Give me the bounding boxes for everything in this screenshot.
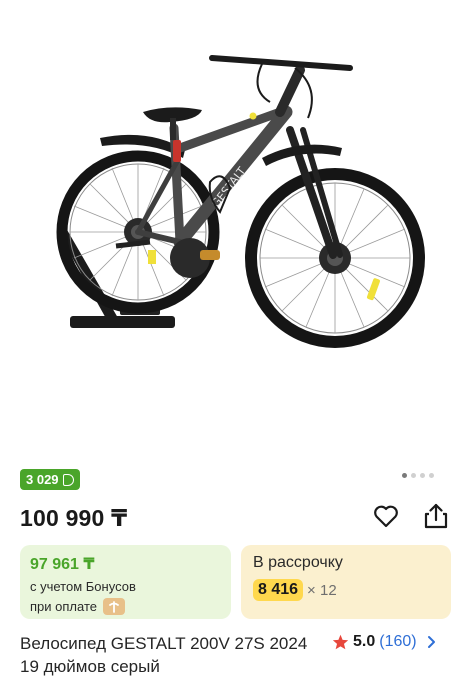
star-icon xyxy=(332,634,349,650)
product-price: 100 990 ₸ xyxy=(20,505,128,531)
product-title: Велосипед GESTALT 200V 27S 2024 19 дюймо… xyxy=(20,634,308,676)
bonus-b-icon xyxy=(62,473,74,486)
favorite-button[interactable] xyxy=(371,501,401,531)
payment-method-icon xyxy=(102,598,125,615)
bonus-price-amount: 97 961 ₸ xyxy=(30,556,95,573)
gallery-pagination xyxy=(402,473,434,478)
installment-months: × 12 xyxy=(307,581,337,599)
rating-score: 5.0 xyxy=(353,633,376,650)
share-button[interactable] xyxy=(421,501,451,531)
heart-icon xyxy=(374,505,398,528)
product-image-gallery[interactable]: GESTALT xyxy=(0,0,472,462)
pagination-dot[interactable] xyxy=(411,473,416,478)
pagination-dot-active[interactable] xyxy=(402,473,407,478)
share-icon xyxy=(424,503,448,529)
chevron-right-icon[interactable] xyxy=(427,635,436,649)
bonus-price-note: с учетом Бонусов xyxy=(30,579,136,594)
bonus-value: 3 029 xyxy=(26,472,59,487)
bonus-price-card[interactable]: 97 961 ₸ с учетом Бонусов при оплате xyxy=(20,545,231,619)
reviews-count[interactable]: (160) xyxy=(379,633,416,651)
product-rating[interactable]: 5.0 (160) xyxy=(332,633,436,651)
bonus-price-note-2: при оплате xyxy=(30,599,97,614)
installment-card[interactable]: В рассрочку 8 416 × 12 xyxy=(241,545,451,619)
pagination-dot[interactable] xyxy=(420,473,425,478)
pagination-dot[interactable] xyxy=(429,473,434,478)
installment-title: В рассрочку xyxy=(253,554,343,571)
bicycle-image: GESTALT xyxy=(56,55,425,348)
installment-amount: 8 416 xyxy=(253,579,304,601)
bonus-badge: 3 029 xyxy=(20,469,80,490)
